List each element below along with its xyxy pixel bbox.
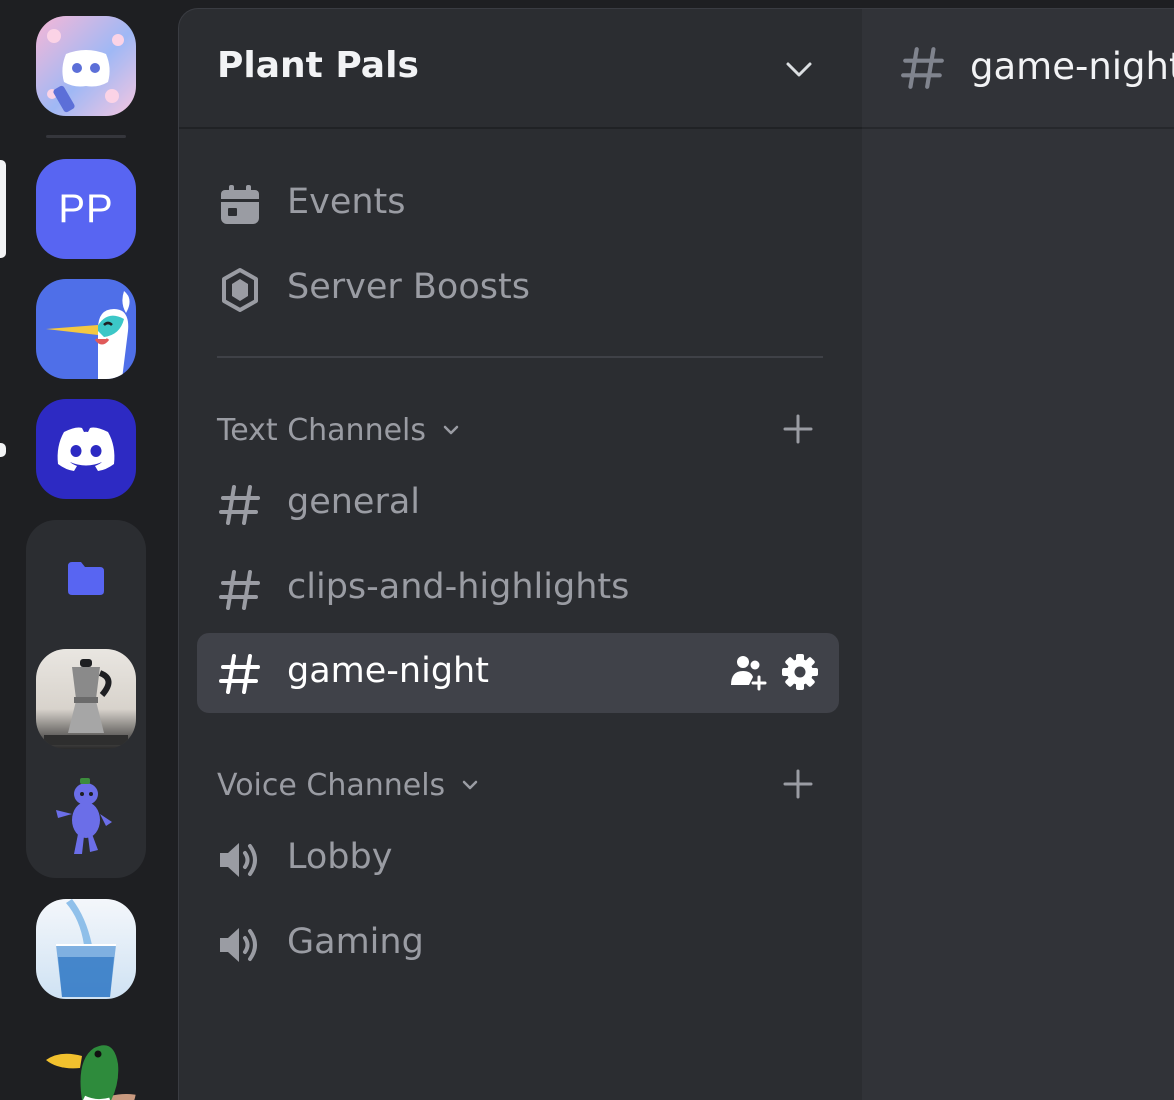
menu-item-label: Server Boosts [287, 267, 530, 307]
hash-icon [217, 567, 263, 613]
server-header[interactable]: Plant Pals [179, 9, 862, 129]
chevron-down-icon [443, 425, 459, 435]
folder-icon[interactable] [66, 560, 106, 596]
server-plant-pals[interactable]: PP [36, 159, 136, 259]
channel-clips-and-highlights[interactable]: clips-and-highlights [197, 549, 839, 629]
direct-messages-button[interactable] [36, 16, 136, 116]
server-moka-pot[interactable] [36, 649, 136, 749]
calendar-icon [217, 182, 263, 228]
gear-icon[interactable] [781, 653, 819, 691]
wumpus-figure-icon [56, 778, 112, 854]
server-bird[interactable] [36, 279, 136, 379]
channel-actions [729, 653, 819, 691]
rail-divider [46, 135, 126, 138]
speaker-icon [217, 922, 263, 968]
duck-image-icon [46, 1045, 136, 1100]
chevron-down-icon [462, 780, 478, 790]
menu-item-label: Events [287, 182, 406, 222]
server-discord[interactable] [36, 399, 136, 499]
discord-app: PP Plant Pals Events Server Boosts Text … [0, 0, 1174, 1100]
discord-logo-icon [57, 427, 115, 471]
chevron-down-icon[interactable] [783, 53, 815, 85]
voice-channel-gaming[interactable]: Gaming [197, 904, 839, 984]
create-invite-icon[interactable] [729, 653, 769, 691]
channel-sidebar: Plant Pals Events Server Boosts Text Cha… [178, 8, 862, 1100]
discord-sakura-logo-icon [47, 29, 124, 113]
category-text-channels[interactable]: Text Channels [217, 410, 462, 450]
category-label: Text Channels [217, 412, 427, 448]
hash-icon [217, 651, 263, 697]
sidebar-divider [217, 356, 823, 358]
menu-item-events[interactable]: Events [197, 164, 839, 244]
category-label: Voice Channels [217, 767, 446, 803]
channel-label: clips-and-highlights [287, 567, 630, 607]
server-rail: PP [0, 0, 178, 1100]
channel-label: general [287, 482, 421, 522]
channel-label: Gaming [287, 922, 424, 962]
chat-main: game-night [862, 8, 1174, 1100]
bird-avatar-icon [46, 291, 130, 379]
server-water-glass[interactable] [36, 899, 136, 999]
voice-channel-lobby[interactable]: Lobby [197, 819, 839, 899]
water-glass-image-icon [56, 899, 116, 997]
menu-item-server-boosts[interactable]: Server Boosts [197, 249, 839, 329]
moka-pot-image-icon [44, 659, 128, 745]
boost-gem-icon [217, 267, 263, 313]
hash-icon [901, 47, 944, 89]
channel-header: game-night [862, 9, 1174, 129]
server-initials: PP [58, 186, 114, 231]
add-voice-channel-icon[interactable] [781, 767, 815, 801]
add-text-channel-icon[interactable] [781, 412, 815, 446]
server-wumpus[interactable] [36, 770, 136, 870]
channel-label: game-night [287, 651, 489, 691]
unread-indicator [0, 443, 6, 457]
channel-game-night[interactable]: game-night [197, 633, 839, 713]
speaker-icon [217, 837, 263, 883]
selected-server-indicator [0, 160, 6, 258]
category-voice-channels[interactable]: Voice Channels [217, 765, 481, 805]
server-name: Plant Pals [217, 45, 419, 86]
server-duck[interactable] [36, 1020, 136, 1100]
hash-icon [217, 482, 263, 528]
channel-title: game-night [970, 45, 1174, 88]
channel-label: Lobby [287, 837, 393, 877]
channel-general[interactable]: general [197, 464, 839, 544]
